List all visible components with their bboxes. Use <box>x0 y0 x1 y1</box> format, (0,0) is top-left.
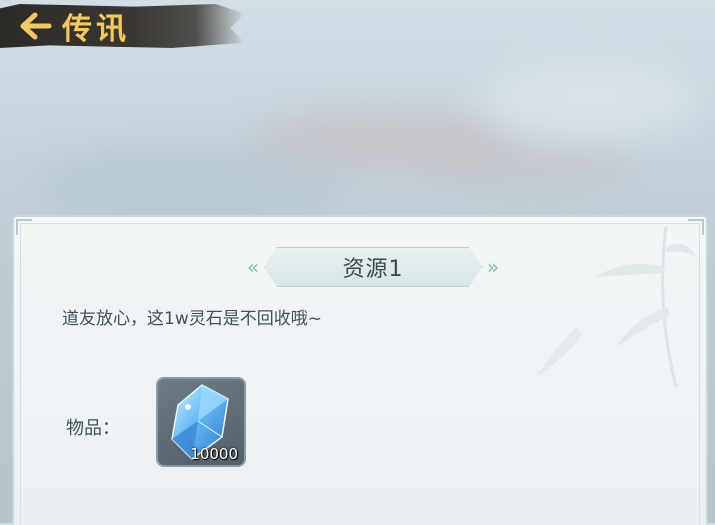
left-wing-ornament-icon: « <box>246 255 260 279</box>
mail-title: 资源1 <box>342 257 404 282</box>
right-wing-ornament-icon: » <box>486 255 500 279</box>
mail-title-ribbon: « » 资源1 <box>236 247 510 287</box>
top-bar: 传讯 <box>0 0 250 52</box>
item-quantity: 10000 <box>190 445 238 463</box>
back-button[interactable] <box>14 4 58 48</box>
page-title: 传讯 <box>62 12 130 47</box>
corner-ornament <box>16 219 32 235</box>
mail-message: 道友放心，这1w灵石是不回收哦~ <box>62 309 322 329</box>
item-slot-spirit-stone[interactable]: 10000 <box>156 377 246 467</box>
back-arrow-icon <box>20 12 52 40</box>
items-label: 物品： <box>66 418 120 439</box>
bamboo-decoration-icon <box>536 227 696 387</box>
mail-panel: « » 资源1 道友放心，这1w灵石是不回收哦~ 物品： 10000 <box>12 215 708 525</box>
